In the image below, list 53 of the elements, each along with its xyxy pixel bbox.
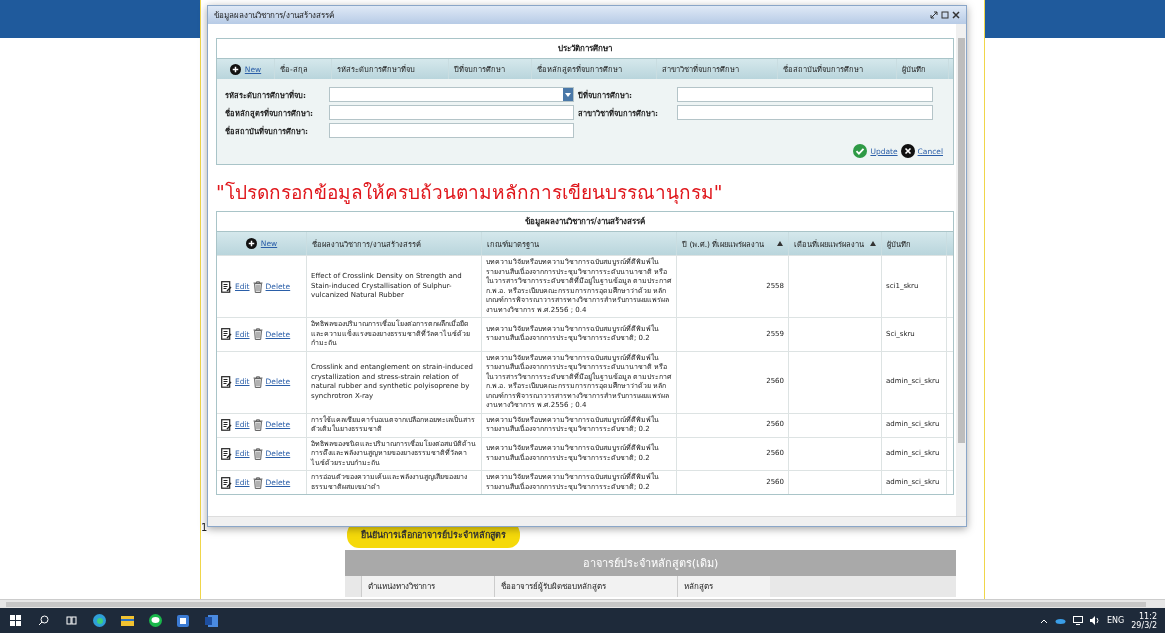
panel-title: ข้อมูลผลงานวิชาการ/งานสร้างสรรค์ xyxy=(217,212,953,232)
document-app-icon[interactable] xyxy=(204,614,218,627)
add-icon xyxy=(245,238,257,249)
edit-icon[interactable] xyxy=(221,328,232,341)
edit-icon[interactable] xyxy=(221,376,232,388)
folder-icon[interactable] xyxy=(120,615,134,626)
edit-icon[interactable] xyxy=(221,280,232,293)
clock-date[interactable]: 29/3/2 xyxy=(1131,620,1157,630)
input-field[interactable] xyxy=(677,105,933,120)
clock-time[interactable]: 11:2 xyxy=(1139,611,1157,621)
task-view-icon[interactable] xyxy=(65,615,77,626)
trash-icon[interactable] xyxy=(252,328,263,341)
sort-ascending-icon[interactable] xyxy=(870,241,876,246)
dropdown-field[interactable] xyxy=(329,87,574,102)
trash-icon[interactable] xyxy=(252,280,263,293)
column-header: ชื่ออาจารย์ผู้รับผิดชอบหลักสูตร xyxy=(494,576,677,597)
check-icon[interactable] xyxy=(853,144,868,158)
column-header: ตำแหน่งทางวิชาการ xyxy=(361,576,494,597)
input-field[interactable] xyxy=(329,123,574,138)
close-icon[interactable] xyxy=(900,144,915,158)
notice-text: "โปรดกรอกข้อมูลให้ครบถ้วนตามหลักการเขียนบรรณานุกรม" xyxy=(216,180,724,206)
column-header: หลักสูตร xyxy=(677,576,770,597)
panel-title: ประวัติการศึกษา xyxy=(217,39,953,59)
trash-icon[interactable] xyxy=(252,447,263,460)
cloud-icon[interactable] xyxy=(1055,617,1066,624)
dialog-title: ข้อมูลผลงานวิชาการ/งานสร้างสรรค์ xyxy=(214,9,334,22)
dropdown-arrow-icon xyxy=(565,92,571,97)
horizontal-scrollbar[interactable] xyxy=(208,516,966,526)
start-icon[interactable] xyxy=(9,615,21,626)
edit-icon[interactable] xyxy=(221,447,232,460)
vertical-scrollbar[interactable] xyxy=(956,24,966,516)
resize-icon[interactable] xyxy=(930,11,938,19)
trash-icon[interactable] xyxy=(252,476,263,489)
caret-up-icon[interactable] xyxy=(1040,617,1048,624)
maximize-icon[interactable] xyxy=(941,11,949,19)
page-number: 1 xyxy=(201,522,208,533)
browser-icon[interactable] xyxy=(92,614,106,627)
input-field[interactable] xyxy=(677,87,933,102)
table-title: อาจารย์ประจำหลักสูตร(เดิม) xyxy=(345,550,956,576)
speaker-icon[interactable] xyxy=(1090,616,1100,625)
edit-icon[interactable] xyxy=(221,419,232,431)
search-icon[interactable] xyxy=(37,615,49,626)
chat-icon[interactable] xyxy=(148,614,162,627)
sort-ascending-icon[interactable] xyxy=(777,241,783,246)
horizontal-scrollbar[interactable] xyxy=(0,599,1165,608)
language-indicator[interactable]: ENG xyxy=(1107,616,1125,625)
add-icon xyxy=(229,63,241,75)
trash-icon[interactable] xyxy=(252,419,263,431)
trash-icon[interactable] xyxy=(252,376,263,388)
app-icon[interactable] xyxy=(177,614,189,627)
close-icon[interactable] xyxy=(952,11,960,19)
edit-icon[interactable] xyxy=(221,476,232,489)
input-field[interactable] xyxy=(329,105,574,120)
